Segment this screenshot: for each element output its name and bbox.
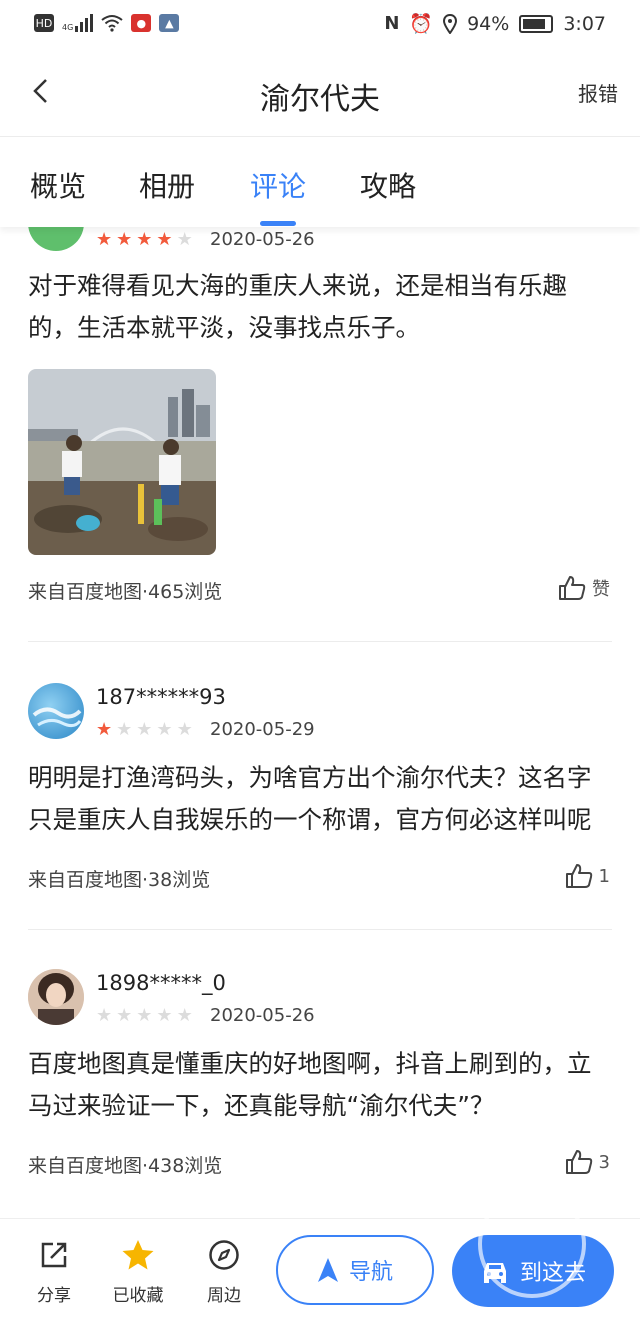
go-here-button[interactable]: 到这去 <box>452 1235 614 1307</box>
review-source: 来自百度地图·438浏览 <box>28 1155 223 1177</box>
tab-guides[interactable]: 攻略 <box>360 165 416 205</box>
like-count: 3 <box>598 1151 610 1173</box>
rating-stars: ★ ★ ★ ★ ★ <box>96 231 193 249</box>
star-filled-icon: ★ <box>96 719 113 740</box>
top-nav-bar: 渝尔代夫 报错 <box>0 52 640 137</box>
reviews-list[interactable]: ★ ★ ★ ★ ★ 2020-05-26 对于难得看见大海的重庆人来说，还是相当有乐趣的… <box>0 227 640 1217</box>
star-empty-icon: ★ <box>136 1005 153 1026</box>
star-empty-icon: ★ <box>136 719 153 740</box>
signal-icon: 4G <box>62 14 94 32</box>
nearby-label: 周边 <box>207 1286 241 1306</box>
review-text: 对于难得看见大海的重庆人来说，还是相当有乐趣的，生活本就平淡，没事找点乐子。 <box>28 271 567 342</box>
like-button[interactable]: 赞 <box>558 575 610 601</box>
navigate-arrow-icon <box>317 1258 338 1282</box>
star-empty-icon: ★ <box>156 1005 173 1026</box>
tab-reviews[interactable]: 评论 <box>250 165 306 205</box>
divider <box>28 929 612 930</box>
battery-percent: 94% <box>467 12 510 35</box>
review-text[interactable]: 明明是打渔湾码头，为啥官方出个渝尔代夫？这名字只是重庆人自我娱乐的一个称谓，官方… <box>28 757 614 841</box>
star-empty-icon: ★ <box>176 229 193 250</box>
like-count: 1 <box>598 865 610 887</box>
star-filled-icon: ★ <box>136 229 153 250</box>
like-count: 赞 <box>592 579 610 600</box>
avatar <box>28 227 84 251</box>
network-type-label: 4G <box>62 23 74 32</box>
star-empty-icon: ★ <box>176 1005 193 1026</box>
star-empty-icon: ★ <box>96 1005 113 1026</box>
alarm-icon: ⏰ <box>409 13 434 35</box>
review-username[interactable]: 1898*****_0 <box>96 971 226 995</box>
share-button[interactable]: 分享 <box>24 1237 84 1306</box>
review-username[interactable]: 187******93 <box>96 685 226 709</box>
app-notification-icon: ▲ <box>159 14 180 32</box>
nearby-button[interactable]: 周边 <box>194 1237 254 1306</box>
clock: 3:07 <box>563 12 606 35</box>
thumb-up-icon <box>565 864 592 888</box>
review-source: 来自百度地图·465浏览 <box>28 581 223 603</box>
review-text[interactable]: 百度地图真是懂重庆的好地图啊，抖音上刷到的，立马过来验证一下，还真能导航“渝尔代… <box>28 1043 614 1127</box>
status-bar: HD 4G ● ▲ N ⏰ 94% 3:07 <box>0 0 640 52</box>
like-button[interactable]: 1 <box>565 863 610 889</box>
page-title: 渝尔代夫 <box>260 82 380 117</box>
star-empty-icon: ★ <box>176 719 193 740</box>
rating-stars: ★ ★ ★ ★ ★ <box>96 721 193 739</box>
battery-icon <box>519 14 554 33</box>
star-filled-icon: ★ <box>96 229 113 250</box>
star-empty-icon: ★ <box>116 719 133 740</box>
favorited-label: 已收藏 <box>112 1286 164 1306</box>
car-icon <box>483 1263 506 1283</box>
share-icon <box>41 1242 67 1268</box>
nfc-icon: N <box>384 13 400 34</box>
bottom-action-bar: 分享 已收藏 周边 导航 到这去 <box>0 1218 640 1330</box>
review-date: 2020-05-26 <box>210 1005 315 1026</box>
report-error-button[interactable]: 报错 <box>578 78 618 107</box>
go-here-label: 到这去 <box>519 1261 586 1286</box>
tab-bar: 概览 相册 评论 攻略 <box>0 137 640 227</box>
star-filled-icon: ★ <box>156 229 173 250</box>
mic-icon: ● <box>131 14 152 32</box>
location-icon <box>443 13 458 34</box>
compass-icon <box>209 1240 239 1270</box>
review-date: 2020-05-26 <box>210 229 315 250</box>
like-button[interactable]: 3 <box>565 1149 610 1175</box>
star-empty-icon: ★ <box>116 1005 133 1026</box>
rating-stars: ★ ★ ★ ★ ★ <box>96 1007 193 1025</box>
status-right-icons: N ⏰ 94% 3:07 <box>384 12 606 36</box>
star-icon <box>122 1240 154 1270</box>
review-date: 2020-05-29 <box>210 719 315 740</box>
tab-album[interactable]: 相册 <box>139 165 195 205</box>
hd-badge: HD <box>34 14 54 32</box>
share-label: 分享 <box>37 1286 71 1306</box>
thumb-up-icon <box>559 576 586 600</box>
wifi-icon <box>101 15 123 32</box>
star-empty-icon: ★ <box>156 719 173 740</box>
avatar <box>28 969 84 1025</box>
review-source: 来自百度地图·38浏览 <box>28 869 211 891</box>
active-tab-indicator <box>260 221 296 226</box>
favorite-button[interactable]: 已收藏 <box>108 1237 168 1306</box>
thumb-up-icon <box>565 1150 592 1174</box>
tab-overview[interactable]: 概览 <box>30 165 86 205</box>
status-left-icons: HD 4G ● ▲ <box>34 14 180 32</box>
divider <box>28 641 612 642</box>
avatar <box>28 683 84 739</box>
navigate-button[interactable]: 导航 <box>276 1235 434 1305</box>
review-photo[interactable] <box>28 369 216 555</box>
navigate-label: 导航 <box>348 1260 393 1285</box>
star-filled-icon: ★ <box>116 229 133 250</box>
